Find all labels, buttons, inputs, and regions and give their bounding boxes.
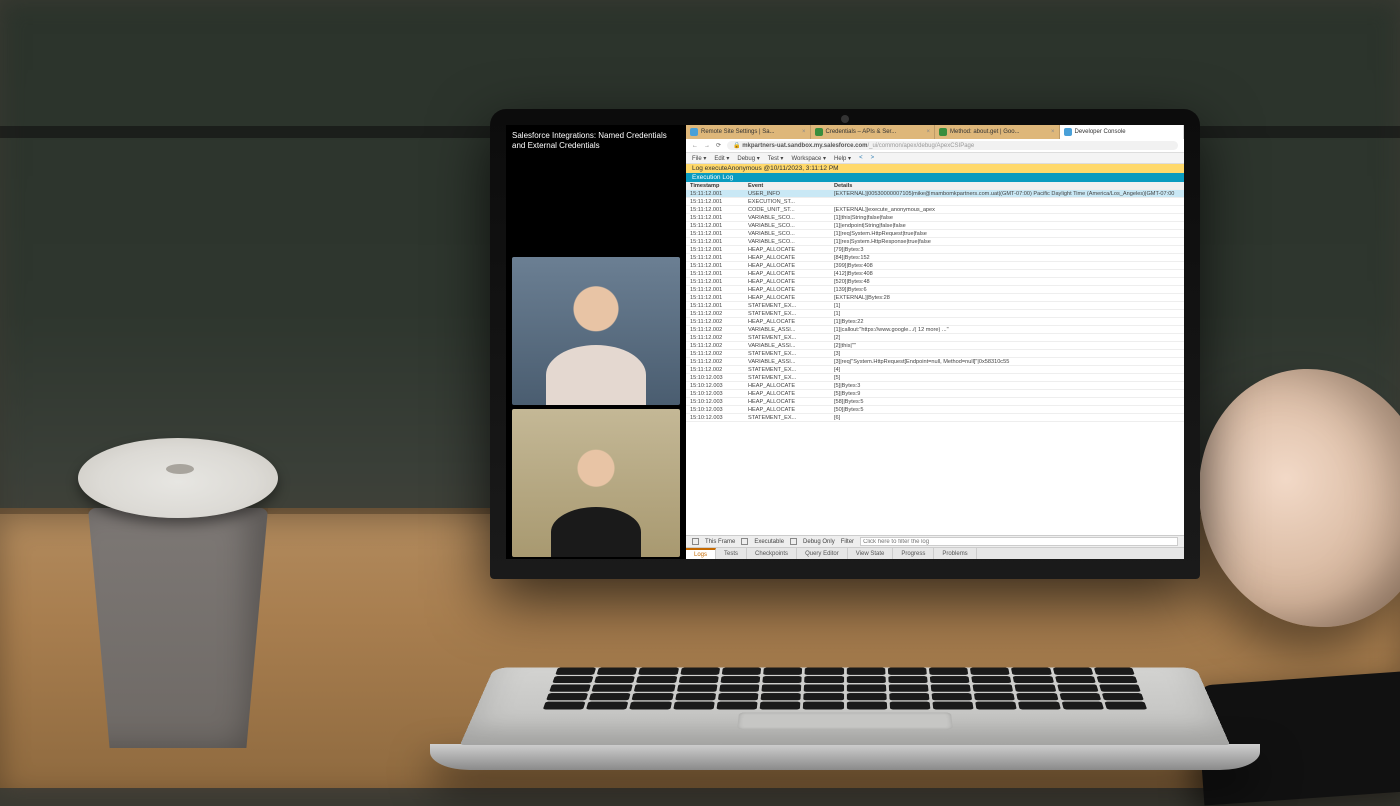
log-row[interactable]: 15:11:12.002STATEMENT_EX...[4] <box>686 366 1184 374</box>
bottom-tab-view-state[interactable]: View State <box>848 548 894 559</box>
execution-log-grid[interactable]: TimestampEventDetails 15:11:12.001USER_I… <box>686 182 1184 535</box>
checkbox-executable[interactable] <box>741 538 748 545</box>
log-row[interactable]: 15:11:12.002STATEMENT_EX...[1] <box>686 310 1184 318</box>
bottom-tab-problems[interactable]: Problems <box>934 548 976 559</box>
browser-tab[interactable]: Credentials – APIs & Ser...× <box>811 125 936 139</box>
laptop-keyboard <box>460 668 1230 745</box>
participant-video-1[interactable] <box>512 257 680 405</box>
url-field[interactable]: 🔒 mkpartners-uat.sandbox.my.salesforce.c… <box>727 141 1178 150</box>
log-row[interactable]: 15:11:12.001VARIABLE_SCO...[1]|endpoint|… <box>686 222 1184 230</box>
log-row[interactable]: 15:11:12.001HEAP_ALLOCATE[139]|Bytes:6 <box>686 286 1184 294</box>
log-filter-bar: This Frame Executable Debug Only Filter <box>686 535 1184 547</box>
log-row[interactable]: 15:11:12.001USER_INFO[EXTERNAL]|00530000… <box>686 190 1184 198</box>
laptop-screen: Salesforce Integrations: Named Credentia… <box>506 125 1184 559</box>
log-row[interactable]: 15:11:12.001HEAP_ALLOCATE[79]|Bytes:3 <box>686 246 1184 254</box>
log-tab-title[interactable]: Log executeAnonymous @10/11/2023, 3:11:1… <box>686 164 1184 173</box>
coffee-cup <box>78 438 278 748</box>
log-row[interactable]: 15:10:12.003STATEMENT_EX...[6] <box>686 414 1184 422</box>
menu-workspace[interactable]: Workspace ▾ <box>791 155 826 162</box>
bottom-tab-progress[interactable]: Progress <box>893 548 934 559</box>
browser-url-bar: ← → ⟳ 🔒 mkpartners-uat.sandbox.my.salesf… <box>686 139 1184 153</box>
log-row[interactable]: 15:11:12.001EXECUTION_ST... <box>686 198 1184 206</box>
log-row[interactable]: 15:10:12.003HEAP_ALLOCATE[5]|Bytes:9 <box>686 390 1184 398</box>
log-row[interactable]: 15:11:12.002STATEMENT_EX...[3] <box>686 350 1184 358</box>
execution-log-header: Execution Log <box>686 173 1184 182</box>
nav-prev-icon[interactable]: < <box>859 155 863 161</box>
log-row[interactable]: 15:10:12.003HEAP_ALLOCATE[5]|Bytes:3 <box>686 382 1184 390</box>
close-icon[interactable]: × <box>1051 129 1055 135</box>
log-row[interactable]: 15:11:12.001HEAP_ALLOCATE[520]|Bytes:48 <box>686 278 1184 286</box>
log-row[interactable]: 15:11:12.001HEAP_ALLOCATE[412]|Bytes:408 <box>686 270 1184 278</box>
menu-help[interactable]: Help ▾ <box>834 155 851 162</box>
call-title: Salesforce Integrations: Named Credentia… <box>506 125 686 255</box>
webcam-dot <box>841 115 849 123</box>
menu-file[interactable]: File ▾ <box>692 155 706 162</box>
back-icon[interactable]: ← <box>692 143 698 149</box>
bottom-tab-query-editor[interactable]: Query Editor <box>797 548 848 559</box>
nav-next-icon[interactable]: > <box>871 155 875 161</box>
log-row[interactable]: 15:11:12.001VARIABLE_SCO...[1]|res|Syste… <box>686 238 1184 246</box>
bottom-tab-logs[interactable]: Logs <box>686 548 716 559</box>
checkbox-this-frame[interactable] <box>692 538 699 545</box>
lock-icon: 🔒 <box>733 143 740 149</box>
bottom-tab-tests[interactable]: Tests <box>716 548 747 559</box>
log-filter-input[interactable] <box>860 537 1178 546</box>
log-row[interactable]: 15:11:12.001CODE_UNIT_ST...[EXTERNAL]|ex… <box>686 206 1184 214</box>
browser-tab-strip: Remote Site Settings | Sa...× Credential… <box>686 125 1184 139</box>
participant-video-2[interactable] <box>512 409 680 557</box>
video-call-panel: Salesforce Integrations: Named Credentia… <box>506 125 686 559</box>
devconsole-bottom-tabs: Logs Tests Checkpoints Query Editor View… <box>686 547 1184 559</box>
menu-test[interactable]: Test ▾ <box>768 155 784 162</box>
checkbox-debug-only[interactable] <box>790 538 797 545</box>
log-row[interactable]: 15:11:12.002STATEMENT_EX...[2] <box>686 334 1184 342</box>
devconsole-menubar: File ▾ Edit ▾ Debug ▾ Test ▾ Workspace ▾… <box>686 153 1184 164</box>
laptop: Salesforce Integrations: Named Credentia… <box>430 109 1260 770</box>
reload-icon[interactable]: ⟳ <box>716 142 721 149</box>
log-row[interactable]: 15:11:12.002VARIABLE_ASSI...[1]|callout:… <box>686 326 1184 334</box>
browser-window: Remote Site Settings | Sa...× Credential… <box>686 125 1184 559</box>
log-row[interactable]: 15:11:12.001HEAP_ALLOCATE[399]|Bytes:408 <box>686 262 1184 270</box>
log-row[interactable]: 15:11:12.002VARIABLE_ASSI...[2]|this|"" <box>686 342 1184 350</box>
trackpad <box>737 712 953 729</box>
close-icon[interactable]: × <box>926 129 930 135</box>
log-row[interactable]: 15:11:12.001HEAP_ALLOCATE[84]|Bytes:152 <box>686 254 1184 262</box>
menu-edit[interactable]: Edit ▾ <box>714 155 729 162</box>
log-row[interactable]: 15:11:12.001STATEMENT_EX...[1] <box>686 302 1184 310</box>
log-row[interactable]: 15:11:12.002VARIABLE_ASSI...[3]|req|"Sys… <box>686 358 1184 366</box>
bottom-tab-checkpoints[interactable]: Checkpoints <box>747 548 797 559</box>
close-icon[interactable]: × <box>802 129 806 135</box>
forward-icon[interactable]: → <box>704 143 710 149</box>
log-row[interactable]: 15:11:12.001VARIABLE_SCO...[1]|req|Syste… <box>686 230 1184 238</box>
browser-tab[interactable]: Remote Site Settings | Sa...× <box>686 125 811 139</box>
log-row[interactable]: 15:10:12.003HEAP_ALLOCATE[58]|Bytes:5 <box>686 398 1184 406</box>
log-row[interactable]: 15:10:12.003STATEMENT_EX...[5] <box>686 374 1184 382</box>
menu-debug[interactable]: Debug ▾ <box>737 155 759 162</box>
log-row[interactable]: 15:11:12.001HEAP_ALLOCATE[EXTERNAL]|Byte… <box>686 294 1184 302</box>
log-row[interactable]: 15:10:12.003HEAP_ALLOCATE[50]|Bytes:5 <box>686 406 1184 414</box>
log-row[interactable]: 15:11:12.002HEAP_ALLOCATE[1]|Bytes:22 <box>686 318 1184 326</box>
log-row[interactable]: 15:11:12.001VARIABLE_SCO...[1]|this|Stri… <box>686 214 1184 222</box>
browser-tab[interactable]: Method: about.get | Goo...× <box>935 125 1060 139</box>
log-header-row: TimestampEventDetails <box>686 182 1184 190</box>
laptop-base <box>430 744 1260 770</box>
browser-tab-active[interactable]: Developer Console <box>1060 125 1185 139</box>
